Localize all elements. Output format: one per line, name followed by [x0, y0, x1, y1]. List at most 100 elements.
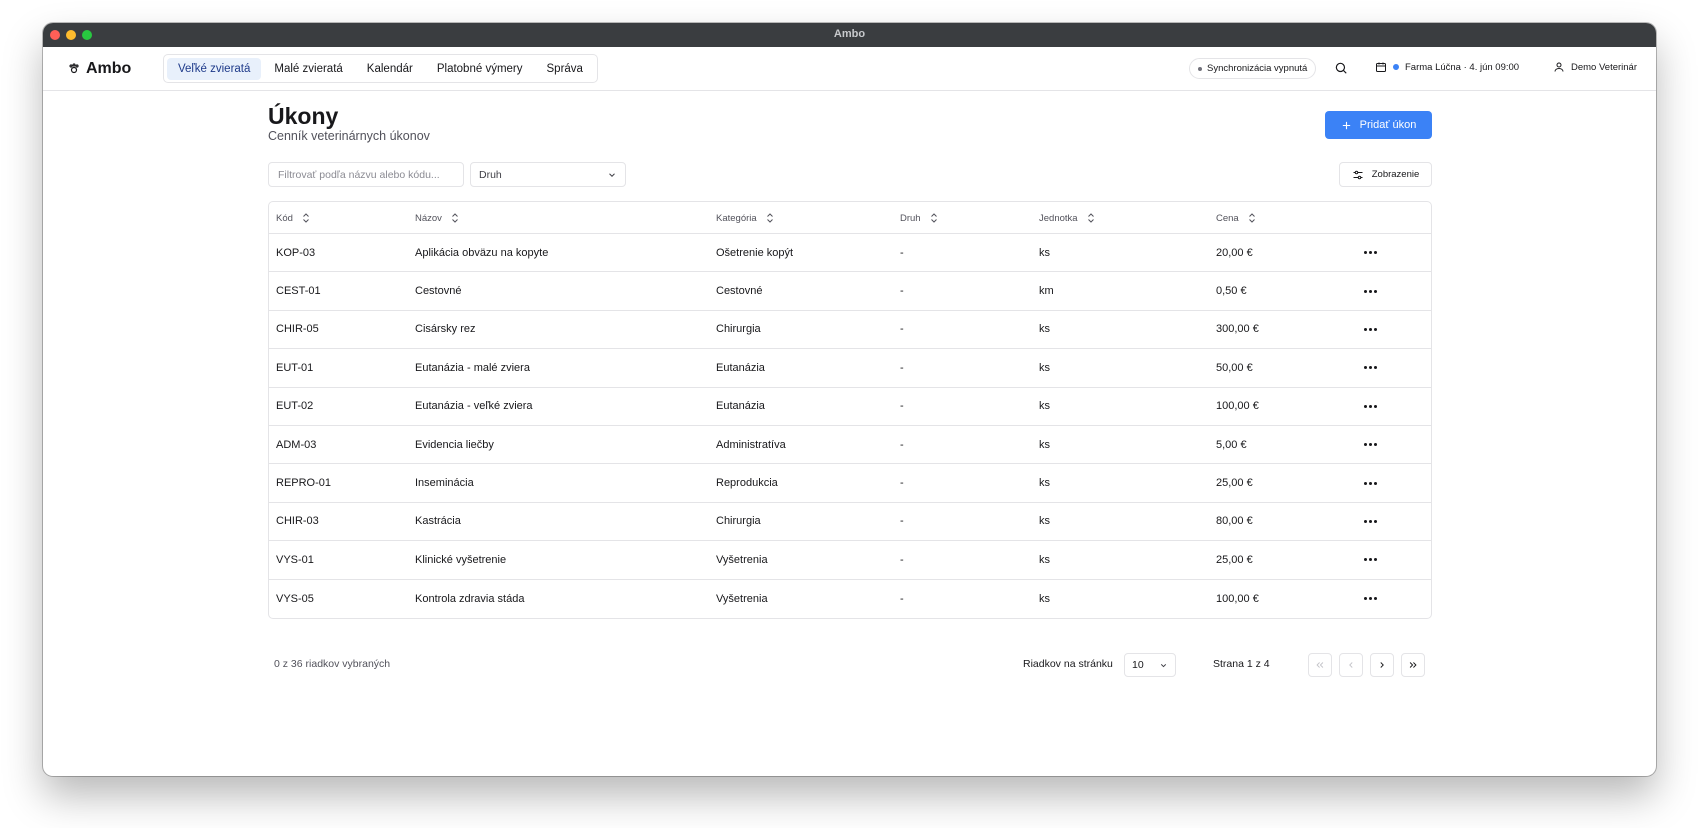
app-name: Ambo	[86, 60, 132, 77]
species-select-value: Druh	[479, 168, 502, 181]
column-header-price[interactable]: Cena	[1216, 202, 1256, 234]
row-actions-button[interactable]	[1364, 388, 1377, 425]
sort-icon	[1248, 213, 1255, 223]
row-actions-button[interactable]	[1364, 464, 1377, 501]
cell-code: ADM-03	[276, 438, 317, 451]
first-page-button[interactable]	[1308, 653, 1332, 677]
cell-species: -	[900, 400, 904, 413]
more-horizontal-icon	[1364, 519, 1377, 523]
cell-price: 25,00 €	[1216, 553, 1253, 566]
more-horizontal-icon	[1364, 251, 1377, 255]
table-row[interactable]: VYS-01 Klinické vyšetrenie Vyšetrenia - ks 25…	[269, 541, 1431, 580]
sync-status-label: Synchronizácia vypnutá	[1207, 63, 1308, 74]
row-actions-button[interactable]	[1364, 503, 1377, 540]
nav-item-calendar[interactable]: Kalendár	[356, 58, 424, 80]
user-name: Demo Veterinár	[1571, 61, 1638, 73]
table-row[interactable]: CHIR-03 Kastrácia Chirurgia - ks 80,00 €	[269, 503, 1431, 542]
title-bar: Ambo	[43, 23, 1656, 47]
nav-item-administration[interactable]: Správa	[536, 58, 594, 80]
cell-species: -	[900, 246, 904, 259]
row-actions-button[interactable]	[1364, 272, 1377, 309]
search-icon[interactable]	[1334, 61, 1348, 75]
column-header-category[interactable]: Kategória	[716, 202, 774, 234]
sliders-icon	[1353, 170, 1363, 179]
more-horizontal-icon	[1364, 558, 1377, 562]
nav-item-payment-orders[interactable]: Platobné výmery	[426, 58, 534, 80]
chevron-down-icon	[609, 172, 615, 177]
cell-code: EUT-02	[276, 400, 314, 413]
cell-species: -	[900, 438, 904, 451]
table-row[interactable]: EUT-01 Eutanázia - malé zviera Eutanázia - k…	[269, 349, 1431, 388]
previous-page-button[interactable]	[1339, 653, 1363, 677]
species-select[interactable]: Druh	[470, 162, 626, 187]
cell-name: Inseminácia	[415, 477, 474, 490]
row-actions-button[interactable]	[1364, 349, 1377, 386]
cell-unit: ks	[1039, 477, 1050, 490]
next-page-button[interactable]	[1370, 653, 1394, 677]
cell-name: Eutanázia - veľké zviera	[415, 400, 533, 413]
cell-code: VYS-05	[276, 592, 314, 605]
column-header-species[interactable]: Druh	[900, 202, 938, 234]
add-procedure-label: Pridať úkon	[1359, 119, 1417, 131]
status-dot	[1198, 66, 1202, 71]
row-actions-button[interactable]	[1364, 426, 1377, 463]
cell-unit: ks	[1039, 592, 1050, 605]
chevron-right-icon	[1380, 662, 1384, 668]
cell-unit: ks	[1039, 246, 1050, 259]
table-row[interactable]: VYS-05 Kontrola zdravia stáda Vyšetrenia - k…	[269, 580, 1431, 618]
nav-item-large-animals[interactable]: Veľké zvieratá	[167, 57, 262, 80]
farm-context-selector[interactable]: Farma Lúčna · 4. jún 09:00	[1375, 61, 1519, 73]
cell-price: 50,00 €	[1216, 361, 1253, 374]
cell-category: Reprodukcia	[716, 477, 778, 490]
cell-species: -	[900, 361, 904, 374]
view-options-button[interactable]: Zobrazenie	[1339, 162, 1432, 187]
row-actions-button[interactable]	[1364, 541, 1377, 578]
table-row[interactable]: ADM-03 Evidencia liečby Administratíva - ks 5…	[269, 426, 1431, 465]
cell-unit: ks	[1039, 438, 1050, 451]
more-horizontal-icon	[1364, 481, 1377, 485]
column-header-code[interactable]: Kód	[276, 202, 310, 234]
table-row[interactable]: KOP-03 Aplikácia obväzu na kopyte Ošetreni…	[269, 234, 1431, 273]
row-actions-button[interactable]	[1364, 580, 1377, 618]
cell-category: Administratíva	[716, 438, 786, 451]
rows-per-page-select[interactable]: 10	[1124, 653, 1176, 677]
cell-unit: km	[1039, 285, 1054, 298]
plus-icon	[1342, 121, 1350, 129]
cell-code: KOP-03	[276, 246, 316, 259]
cell-code: VYS-01	[276, 553, 314, 566]
column-header-unit[interactable]: Jednotka	[1039, 202, 1095, 234]
table-row[interactable]: REPRO-01 Inseminácia Reprodukcia - ks 25,00 €	[269, 464, 1431, 503]
column-header-name[interactable]: Názov	[415, 202, 459, 234]
table-body: KOP-03 Aplikácia obväzu na kopyte Ošetreni…	[269, 234, 1431, 618]
sync-status-badge[interactable]: Synchronizácia vypnutá	[1189, 58, 1317, 79]
chevron-left-icon	[1349, 662, 1353, 668]
table-row[interactable]: EUT-02 Eutanázia - veľké zviera Eutanázia -…	[269, 388, 1431, 426]
main-nav: Veľké zvieratá Malé zvieratá Kalendár Pl…	[163, 54, 598, 83]
cell-category: Ošetrenie kopýt	[716, 246, 794, 259]
top-navigation: Ambo Veľké zvieratá Malé zvieratá Kalend…	[43, 47, 1656, 91]
paw-icon	[69, 63, 79, 74]
sort-icon	[452, 213, 458, 223]
user-menu[interactable]: Demo Veterinár	[1553, 61, 1637, 73]
table-row[interactable]: CEST-01 Cestovné Cestovné - km 0,50 €	[269, 272, 1431, 311]
last-page-button[interactable]	[1401, 653, 1425, 677]
cell-unit: ks	[1039, 553, 1050, 566]
cell-name: Eutanázia - malé zviera	[415, 361, 530, 374]
procedures-table: Kód Názov Kategória Druh Jednotka Cena K…	[268, 201, 1432, 619]
app-logo[interactable]: Ambo	[68, 60, 131, 78]
cell-price: 80,00 €	[1216, 515, 1253, 528]
chevrons-right-icon	[1409, 662, 1417, 668]
filter-input[interactable]	[268, 162, 464, 187]
row-actions-button[interactable]	[1364, 311, 1377, 348]
app-window: Ambo Ambo Veľké zvieratá Malé zvieratá K…	[43, 23, 1656, 776]
more-horizontal-icon	[1364, 289, 1377, 293]
row-actions-button[interactable]	[1364, 234, 1377, 271]
cell-species: -	[900, 323, 904, 336]
table-row[interactable]: CHIR-05 Cisársky rez Chirurgia - ks 300,00 €	[269, 311, 1431, 350]
nav-item-small-animals[interactable]: Malé zvieratá	[263, 58, 353, 80]
more-horizontal-icon	[1364, 404, 1377, 408]
add-procedure-button[interactable]: Pridať úkon	[1325, 111, 1432, 139]
rows-per-page-label: Riadkov na stránku	[1023, 658, 1113, 670]
page-subtitle: Cenník veterinárnych úkonov	[268, 129, 430, 143]
cell-category: Eutanázia	[716, 400, 765, 413]
